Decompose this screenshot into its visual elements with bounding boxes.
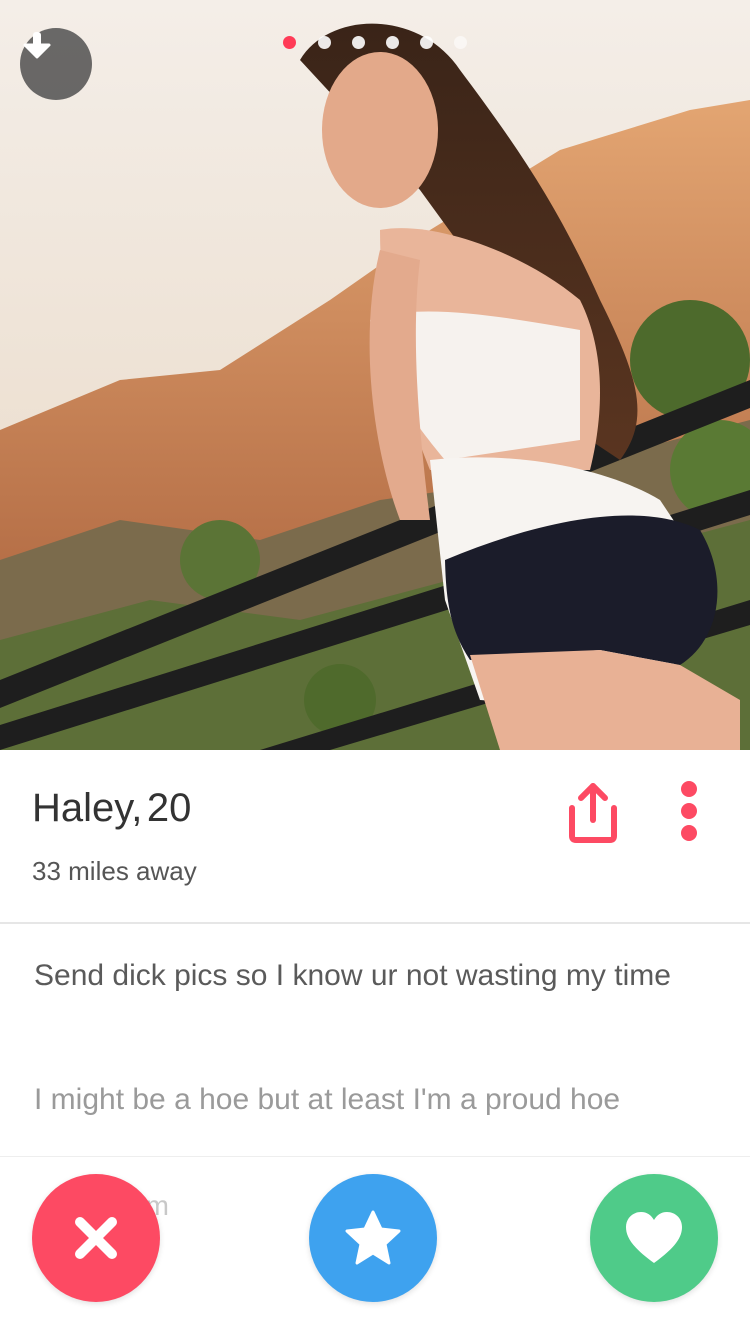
pager-dot[interactable] [352, 36, 365, 49]
bio-line-1: Send dick pics so I know ur not wasting … [34, 959, 671, 992]
divider [0, 922, 750, 924]
profile-age: 20 [146, 786, 192, 830]
profile-distance: 33 miles away [32, 856, 197, 886]
like-button[interactable] [590, 1174, 718, 1302]
bio-line-2: I might be a hoe but at least I'm a prou… [34, 1083, 621, 1116]
pager-dot[interactable] [386, 36, 399, 49]
nope-button[interactable] [32, 1174, 160, 1302]
photo-scene [0, 0, 750, 750]
pager-dot[interactable] [420, 36, 433, 49]
share-icon[interactable] [562, 778, 624, 844]
profile-name-row: Haley, 20 [32, 786, 191, 831]
pager-dot[interactable] [318, 36, 331, 49]
pager-dot[interactable] [454, 36, 467, 49]
profile-photo[interactable] [0, 0, 750, 750]
profile-name: Haley, [32, 786, 143, 830]
super-like-button[interactable] [309, 1174, 437, 1302]
photo-pager [0, 36, 750, 50]
heart-icon [626, 1212, 682, 1263]
download-icon [23, 32, 51, 59]
divider [0, 1156, 750, 1157]
close-icon [75, 1217, 117, 1259]
more-vertical-icon[interactable] [676, 780, 702, 842]
pager-dot-active[interactable] [283, 36, 296, 49]
star-icon [345, 1210, 401, 1265]
download-button[interactable] [20, 28, 92, 100]
